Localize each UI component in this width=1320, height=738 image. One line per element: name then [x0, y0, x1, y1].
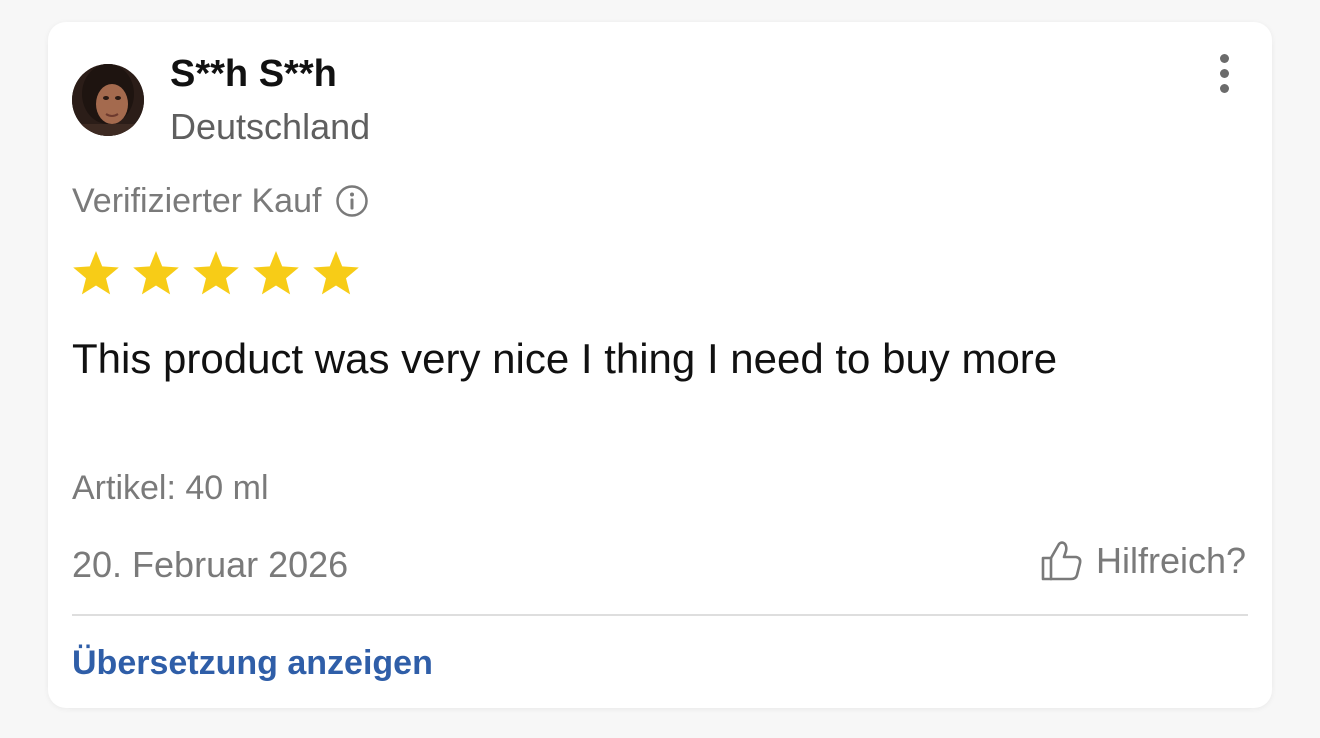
- star-icon: [133, 251, 179, 295]
- verified-purchase: Verifizierter Kauf: [72, 181, 369, 221]
- star-icon: [193, 251, 239, 295]
- verified-purchase-label: Verifizierter Kauf: [72, 182, 322, 220]
- reviewer-country: Deutschland: [170, 106, 371, 147]
- star-icon: [253, 251, 299, 295]
- helpful-label: Hilfreich?: [1095, 540, 1246, 581]
- star-icon: [73, 251, 119, 295]
- review-date: 20. Februar 2026: [72, 544, 349, 585]
- more-vertical-icon-dot: [1219, 68, 1229, 78]
- more-options-button[interactable]: [1206, 48, 1242, 98]
- review-text: This product was very nice I thing I nee…: [72, 335, 1058, 382]
- reviewer-name: S**h S**h: [170, 53, 337, 95]
- divider: [72, 614, 1248, 616]
- avatar[interactable]: [72, 64, 144, 136]
- avatar-image: [72, 64, 144, 136]
- show-translation-link[interactable]: Übersetzung anzeigen: [72, 642, 433, 684]
- more-vertical-icon: [1219, 53, 1229, 63]
- star-icon: [313, 251, 359, 295]
- more-vertical-icon-dot: [1219, 83, 1229, 93]
- thumbs-up-icon: [1041, 541, 1082, 581]
- info-icon[interactable]: [335, 184, 369, 218]
- review-card: S**h S**h Deutschland Verifizierter Kauf…: [48, 22, 1272, 708]
- helpful-button[interactable]: Hilfreich?: [1038, 538, 1246, 584]
- variant-info: Artikel: 40 ml: [72, 469, 269, 507]
- star-rating: [72, 249, 360, 297]
